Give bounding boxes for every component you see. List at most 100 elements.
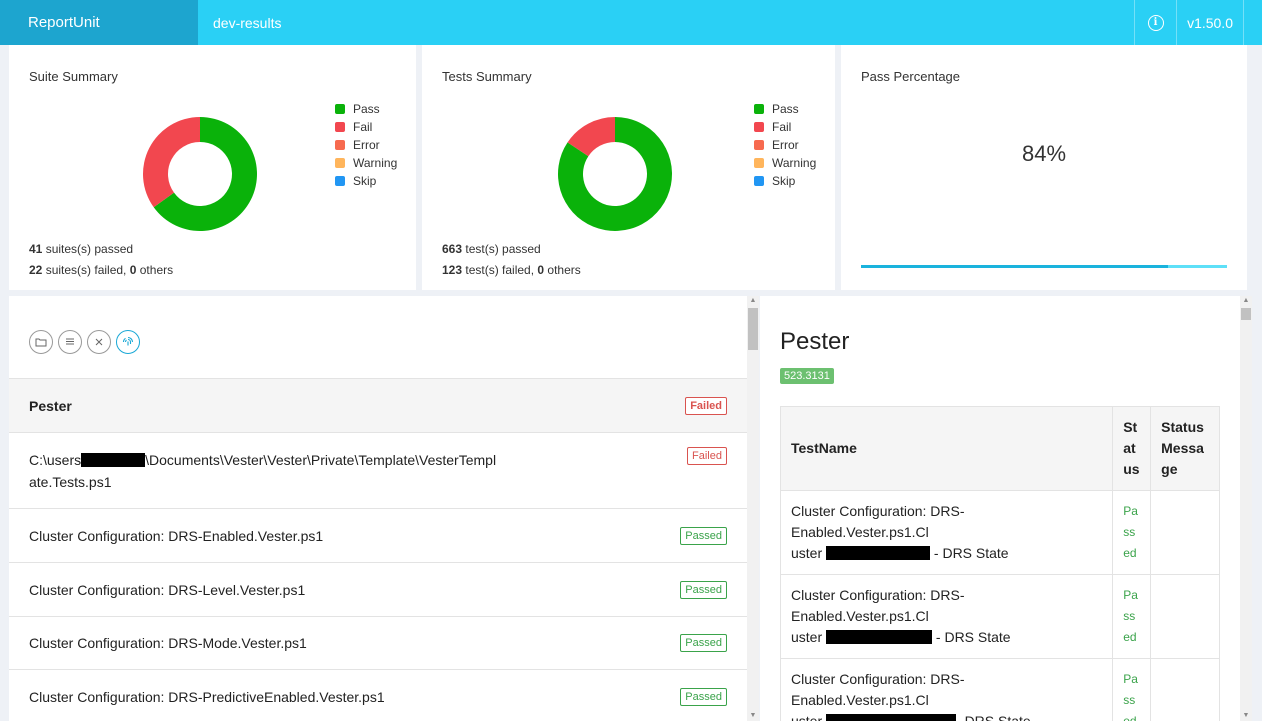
pass-percentage-card: Pass Percentage 84% (841, 45, 1247, 290)
folder-icon[interactable] (29, 330, 53, 354)
status-badge: Failed (685, 396, 727, 415)
scroll-up-arrow[interactable]: ▲ (747, 296, 759, 306)
info-button[interactable]: i (1134, 0, 1176, 45)
test-name: Cluster Configuration: DRS-Enabled.Veste… (779, 490, 1114, 575)
column-header-status-message[interactable]: Status Message (1150, 406, 1220, 491)
pass-percentage-title: Pass Percentage (861, 69, 961, 84)
legend-skip[interactable]: Skip (335, 172, 397, 190)
legend-fail[interactable]: Fail (335, 118, 397, 136)
status-badge: Passed (680, 634, 727, 652)
table-row: Cluster Configuration: DRS-Enabled.Veste… (779, 490, 1220, 575)
legend-pass[interactable]: Pass (754, 100, 816, 118)
close-icon[interactable] (87, 330, 111, 354)
column-header-status[interactable]: Status (1112, 406, 1152, 491)
project-name: dev-results (213, 14, 282, 31)
column-header-testname[interactable]: TestName (779, 406, 1114, 491)
legend-swatch-pass (335, 104, 345, 114)
test-status-message (1150, 574, 1220, 659)
legend-swatch-fail (754, 122, 764, 132)
fingerprint-icon[interactable] (116, 330, 140, 354)
suites-panel: Pester Failed C:\users \Documents\Vester\… (9, 296, 747, 721)
tests-passed-stat: 663 test(s) passed (442, 242, 541, 256)
tests-failed-stat: 123 test(s) failed, 0 others (442, 263, 581, 277)
tests-donut-chart (558, 117, 672, 231)
legend-warning[interactable]: Warning (754, 154, 816, 172)
scroll-down-arrow[interactable]: ▼ (747, 711, 759, 721)
legend-skip[interactable]: Skip (754, 172, 816, 190)
status-badge: Passed (680, 687, 727, 706)
suite-donut-chart (143, 117, 257, 231)
test-status-message (1150, 490, 1220, 575)
suite-summary-title: Suite Summary (29, 69, 118, 84)
legend-pass[interactable]: Pass (335, 100, 397, 118)
scrollbar-thumb[interactable] (748, 308, 758, 350)
suite-name: Cluster Configuration: DRS-Mode.Vester.p… (29, 635, 307, 651)
suites-list: Pester Failed C:\users \Documents\Vester\… (9, 378, 747, 721)
test-name: Cluster Configuration: DRS-Enabled.Veste… (779, 574, 1114, 659)
pass-percentage-value: 84% (1021, 141, 1067, 166)
legend-swatch-warning (754, 158, 764, 168)
legend-error[interactable]: Error (335, 136, 397, 154)
table-row: Cluster Configuration: DRS-Enabled.Veste… (779, 658, 1220, 721)
filter-toolbar (29, 330, 140, 354)
suite-name: C:\users \Documents\Vester\Vester\Private… (29, 451, 497, 490)
detail-scrollbar[interactable]: ▲ ▼ (1240, 296, 1252, 721)
suite-row[interactable]: Cluster Configuration: DRS-Mode.Vester.p… (9, 616, 747, 669)
status-badge: Failed (687, 447, 727, 465)
suite-name: Cluster Configuration: DRS-Enabled.Veste… (29, 527, 324, 544)
legend-swatch-error (335, 140, 345, 150)
legend-swatch-fail (335, 122, 345, 132)
tests-summary-title: Tests Summary (442, 69, 532, 84)
legend-swatch-skip (754, 176, 764, 186)
legend-fail[interactable]: Fail (754, 118, 816, 136)
suite-row[interactable]: Cluster Configuration: DRS-Enabled.Veste… (9, 508, 747, 562)
suite-passed-stat: 41 suites(s) passed (29, 242, 134, 256)
suite-row[interactable]: Cluster Configuration: DRS-PredictiveEna… (9, 669, 747, 721)
table-row: Cluster Configuration: DRS-Enabled.Veste… (779, 574, 1220, 659)
info-icon: i (1147, 14, 1164, 31)
tests-table: TestName Status Status Message Cluster C… (779, 406, 1220, 721)
scroll-down-arrow[interactable]: ▼ (1240, 711, 1252, 721)
suite-group-header[interactable]: Pester Failed (9, 378, 747, 432)
duration-badge: 523.3131 (780, 368, 834, 384)
legend-swatch-skip (335, 176, 345, 186)
suite-group-name: Pester (29, 397, 72, 414)
pass-percentage-fill (861, 265, 1169, 268)
suite-name: Cluster Configuration: DRS-PredictiveEna… (29, 688, 385, 705)
scroll-up-arrow[interactable]: ▲ (1240, 296, 1252, 306)
list-icon[interactable] (58, 330, 82, 354)
legend-swatch-error (754, 140, 764, 150)
brand-logo[interactable]: ReportUnit (0, 0, 198, 45)
redaction (81, 452, 146, 467)
table-header-row: TestName Status Status Message (779, 406, 1220, 491)
suite-row[interactable]: Cluster Configuration: DRS-Level.Vester.… (9, 562, 747, 616)
redaction (826, 714, 957, 721)
suite-name: Cluster Configuration: DRS-Level.Vester.… (29, 581, 306, 598)
scrollbar-thumb[interactable] (1241, 308, 1251, 320)
suite-legend: Pass Fail Error Warning Skip (335, 100, 397, 190)
legend-swatch-warning (335, 158, 345, 168)
test-status: Passed (1112, 490, 1152, 575)
version-label: v1.50.0 (1176, 0, 1244, 45)
suite-row[interactable]: C:\users \Documents\Vester\Vester\Private… (9, 432, 747, 508)
test-status-message (1150, 658, 1220, 721)
donut-slice-fail[interactable] (143, 117, 200, 208)
tests-summary-card: Tests Summary Pass Fail Error Warning Sk… (422, 45, 835, 290)
status-badge: Passed (680, 526, 727, 545)
test-status: Passed (1112, 658, 1152, 721)
suite-failed-stat: 22 suites(s) failed, 0 others (29, 263, 174, 277)
suite-summary-card: Suite Summary Pass Fail Error Warning Sk… (9, 45, 416, 290)
test-name: Cluster Configuration: DRS-Enabled.Veste… (779, 658, 1114, 721)
top-bar: ReportUnit dev-results i v1.50.0 (0, 0, 1262, 45)
legend-warning[interactable]: Warning (335, 154, 397, 172)
redaction (826, 546, 931, 560)
suite-detail-panel: Pester 523.3131 TestName Status Status M… (760, 296, 1240, 721)
detail-title: Pester (780, 328, 850, 355)
legend-error[interactable]: Error (754, 136, 816, 154)
test-status: Passed (1112, 574, 1152, 659)
redaction (826, 630, 933, 644)
legend-swatch-pass (754, 104, 764, 114)
tests-legend: Pass Fail Error Warning Skip (754, 100, 816, 190)
suites-scrollbar[interactable]: ▲ ▼ (747, 296, 759, 721)
status-badge: Passed (680, 580, 727, 599)
